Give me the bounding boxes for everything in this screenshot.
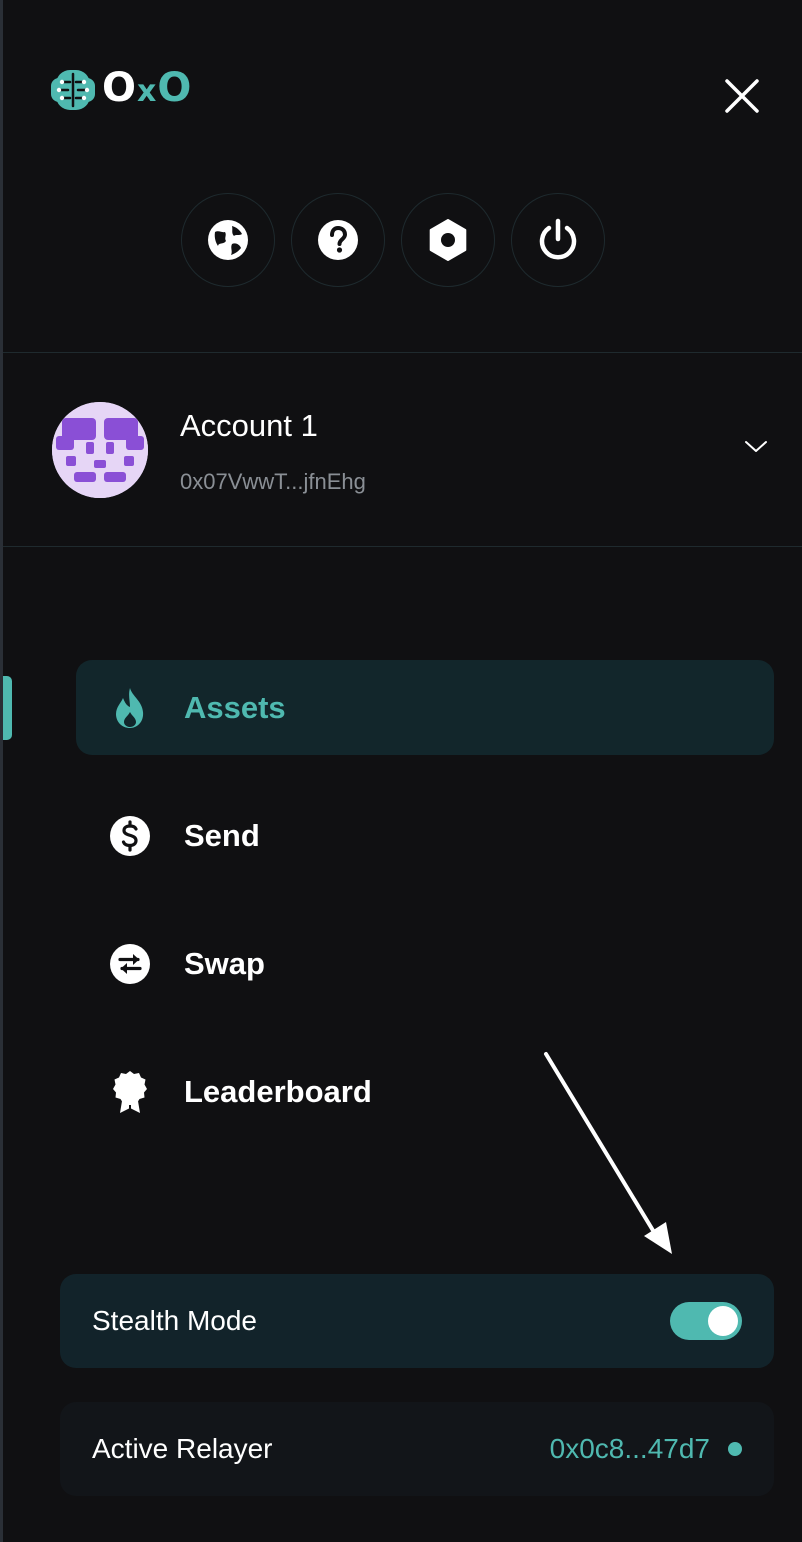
quick-actions-toolbar xyxy=(181,193,605,287)
power-icon xyxy=(539,218,577,260)
panel-edge xyxy=(0,0,3,1542)
language-button[interactable] xyxy=(181,193,275,287)
nav-label: Leaderboard xyxy=(184,1073,372,1109)
nav-item-assets[interactable]: Assets xyxy=(76,660,774,755)
active-nav-indicator xyxy=(3,676,12,740)
relayer-status-dot xyxy=(728,1442,742,1456)
badge-icon xyxy=(108,1070,152,1114)
account-name: Account 1 xyxy=(180,408,318,443)
account-address: 0x07VwwT...jfnEhg xyxy=(180,469,366,494)
close-icon xyxy=(725,79,759,113)
globe-icon xyxy=(208,220,248,260)
flame-icon xyxy=(108,686,152,730)
logout-button[interactable] xyxy=(511,193,605,287)
toggle-knob xyxy=(708,1306,738,1336)
dollar-icon xyxy=(108,814,152,858)
stealth-mode-card: Stealth Mode xyxy=(60,1274,774,1368)
divider xyxy=(3,352,802,353)
swap-icon xyxy=(108,942,152,986)
stealth-mode-label: Stealth Mode xyxy=(92,1305,257,1336)
active-relayer-card: Active Relayer 0x0c8...47d7 xyxy=(60,1402,774,1496)
oxo-logo: OxO xyxy=(50,65,193,112)
brain-logo-icon xyxy=(51,70,95,110)
divider xyxy=(3,546,802,547)
active-relayer-label: Active Relayer xyxy=(92,1433,273,1464)
logo-text: OxO xyxy=(102,65,193,111)
nav-item-swap[interactable]: Swap xyxy=(76,916,774,1011)
stealth-mode-toggle[interactable] xyxy=(670,1302,742,1340)
help-icon xyxy=(318,220,358,260)
nav-item-send[interactable]: Send xyxy=(76,788,774,883)
nav-label: Send xyxy=(184,817,260,853)
help-button[interactable] xyxy=(291,193,385,287)
account-selector[interactable]: Account 1 0x07VwwT...jfnEhg xyxy=(52,402,772,498)
avatar xyxy=(52,402,148,498)
annotation-arrow-icon xyxy=(544,1052,672,1254)
settings-icon xyxy=(429,219,467,261)
nav-label: Swap xyxy=(184,945,265,981)
active-relayer-address[interactable]: 0x0c8...47d7 xyxy=(550,1433,710,1465)
nav-label: Assets xyxy=(184,689,286,725)
settings-button[interactable] xyxy=(401,193,495,287)
chevron-down-icon xyxy=(745,441,767,452)
close-button[interactable] xyxy=(722,76,762,116)
